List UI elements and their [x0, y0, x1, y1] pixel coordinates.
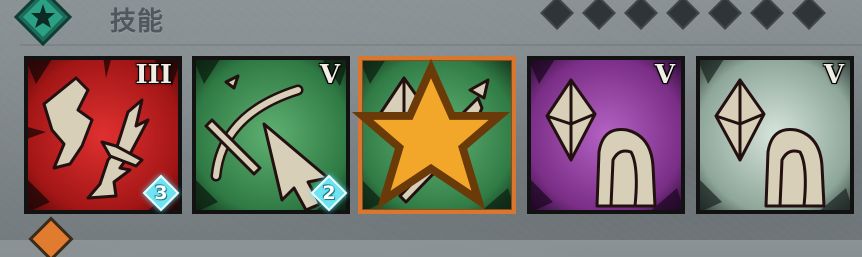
tier-diamond [708, 0, 742, 30]
skill-card-5[interactable]: V [696, 56, 854, 214]
count-value: 3 [154, 182, 168, 204]
tier-diamond [792, 0, 826, 30]
tier-diamond [582, 0, 616, 30]
header-divider [20, 44, 862, 46]
skill-card-2[interactable]: V 2 [192, 56, 350, 214]
tier-label: III [135, 60, 173, 90]
tier-label: V [654, 60, 675, 90]
skill-card-3[interactable] [352, 56, 516, 214]
tier-diamond [540, 0, 574, 30]
tier-diamond-row [540, 0, 826, 30]
skill-card-1[interactable]: III 3 [24, 56, 182, 214]
tier-diamond [666, 0, 700, 30]
star-icon [352, 58, 510, 210]
tier-diamond [750, 0, 784, 30]
count-badge: 3 [142, 174, 180, 212]
skills-header: 技能 [0, 0, 862, 46]
tier-diamond [624, 0, 658, 30]
count-badge: 2 [310, 174, 348, 212]
tier-label: V [319, 60, 340, 90]
tier-label: V [823, 60, 844, 90]
star-emblem-icon [14, 0, 72, 46]
skill-card-4[interactable]: V [527, 56, 685, 214]
count-value: 2 [322, 182, 336, 204]
section-title: 技能 [110, 7, 165, 37]
